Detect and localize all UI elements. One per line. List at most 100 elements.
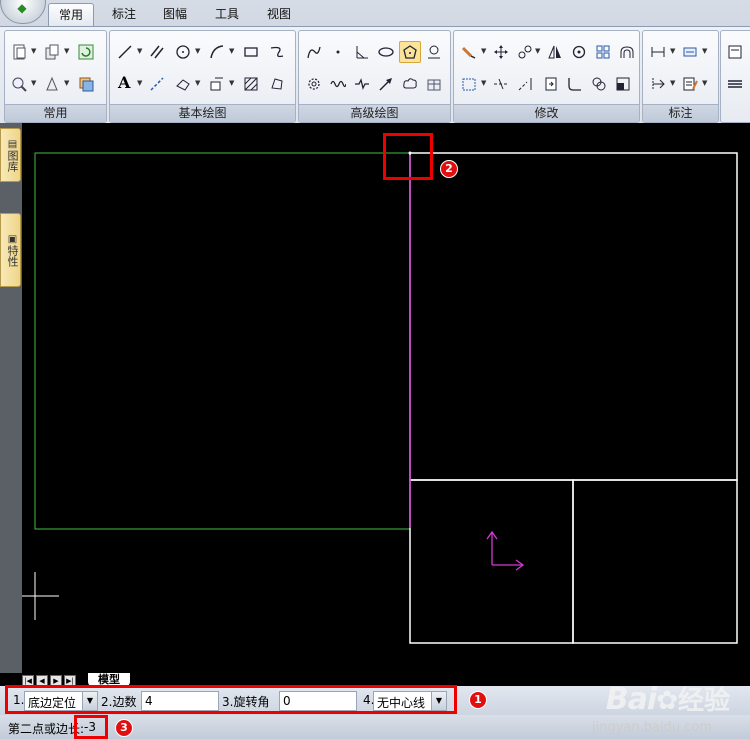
tab-common[interactable]: 常用 — [48, 3, 95, 26]
point-icon[interactable] — [327, 41, 349, 63]
library-icon: ▤ — [7, 138, 18, 150]
panel-common: ▼ ▼ ▼ ▼ 常用 — [4, 30, 107, 123]
text-icon[interactable]: A — [114, 73, 136, 95]
dimension-icon[interactable] — [647, 41, 669, 63]
tolerance-icon[interactable] — [647, 73, 669, 95]
panel-advanced-draw-label: 高级绘图 — [299, 104, 450, 122]
annotation-badge-3: 3 — [115, 719, 133, 737]
annotation-edit-icon[interactable] — [679, 73, 701, 95]
drawing-canvas[interactable]: 2 — [22, 123, 750, 673]
erase-icon[interactable] — [458, 41, 480, 63]
polygon-fill-icon[interactable] — [266, 73, 288, 95]
paw-icon: ✿ — [656, 686, 678, 716]
cloud-icon[interactable] — [399, 73, 421, 95]
watermark-url: jingyan.baidu.com — [592, 720, 712, 735]
open-file-dropdown[interactable]: ▼ — [64, 41, 70, 61]
block-insert-icon[interactable] — [206, 73, 228, 95]
angle-line-icon[interactable] — [351, 41, 373, 63]
extend-icon[interactable] — [514, 73, 536, 95]
dimension-dropdown[interactable]: ▼ — [670, 41, 676, 61]
drawing-svg — [22, 151, 738, 644]
erase-dropdown[interactable]: ▼ — [481, 41, 487, 61]
crosshair-cursor — [22, 572, 59, 620]
layer-icon[interactable] — [75, 73, 97, 95]
ribbon: ◆ 常用 标注 图幅 工具 视图 ▼ ▼ ▼ ▼ 常用 ▼ ▼ ▼ A ▼ ▼ … — [0, 0, 750, 123]
break-icon[interactable] — [540, 73, 562, 95]
tab-view[interactable]: 视图 — [257, 3, 301, 25]
small-square-right[interactable] — [572, 479, 738, 644]
scale-icon[interactable] — [612, 73, 634, 95]
arrow-icon[interactable] — [375, 73, 397, 95]
arc-icon[interactable] — [206, 41, 228, 63]
line-icon[interactable] — [114, 41, 136, 63]
application-menu-button[interactable]: ◆ — [0, 0, 46, 24]
dock-tab-properties[interactable]: ▣特性 — [0, 213, 21, 287]
offset-icon[interactable] — [616, 41, 638, 63]
zoom-icon[interactable] — [8, 73, 30, 95]
app-logo-icon: ◆ — [17, 1, 27, 15]
rectangle-icon[interactable] — [240, 41, 262, 63]
line-dropdown[interactable]: ▼ — [137, 41, 143, 61]
large-square[interactable] — [409, 152, 738, 481]
tab-sheet[interactable]: 图幅 — [153, 3, 197, 25]
zoom-dropdown[interactable]: ▼ — [31, 73, 37, 93]
center-line-icon[interactable] — [146, 73, 168, 95]
fillet-icon[interactable] — [564, 73, 586, 95]
ellipse-icon[interactable] — [375, 41, 397, 63]
left-dock: ▤图库 ▣特性 — [0, 123, 22, 673]
hatch-region-icon[interactable] — [172, 73, 194, 95]
block-insert-dropdown[interactable]: ▼ — [229, 73, 235, 93]
explode-icon[interactable] — [588, 73, 610, 95]
annotation-edit-dropdown[interactable]: ▼ — [702, 73, 708, 93]
circle-icon[interactable] — [172, 41, 194, 63]
move-icon[interactable] — [490, 41, 512, 63]
new-file-dropdown[interactable]: ▼ — [31, 41, 37, 61]
table-icon[interactable] — [423, 73, 445, 95]
dimension-style-dropdown[interactable]: ▼ — [702, 41, 708, 61]
green-rectangle[interactable] — [34, 152, 411, 530]
tab-annotate[interactable]: 标注 — [102, 3, 146, 25]
arc-dropdown[interactable]: ▼ — [229, 41, 235, 61]
circle-dropdown[interactable]: ▼ — [195, 41, 201, 61]
break-line-icon[interactable] — [351, 73, 373, 95]
trim-dropdown[interactable]: ▼ — [481, 73, 487, 93]
parallel-line-icon[interactable] — [146, 41, 168, 63]
tab-tools[interactable]: 工具 — [205, 3, 249, 25]
curve-icon[interactable] — [303, 41, 325, 63]
polygon-icon[interactable] — [399, 41, 421, 63]
hatch-region-dropdown[interactable]: ▼ — [195, 73, 201, 93]
layer-property-icon[interactable] — [724, 41, 746, 63]
dimension-style-icon[interactable] — [679, 41, 701, 63]
hatch-icon[interactable] — [240, 73, 262, 95]
dock-tab-library[interactable]: ▤图库 — [0, 128, 21, 182]
tolerance-dropdown[interactable]: ▼ — [670, 73, 676, 93]
command-prompt: 第二点或边长: — [8, 722, 85, 736]
wave-line-icon[interactable] — [327, 73, 349, 95]
new-file-icon[interactable] — [8, 41, 30, 63]
pan-icon[interactable] — [41, 73, 63, 95]
ribbon-panels: ▼ ▼ ▼ ▼ 常用 ▼ ▼ ▼ A ▼ ▼ ▼ 基本绘图 高级绘图 ▼ ▼ ▼… — [0, 26, 750, 123]
copy-dropdown[interactable]: ▼ — [535, 41, 541, 61]
panel-common-label: 常用 — [5, 104, 106, 122]
baidu-watermark: Bai✿经验 — [605, 682, 730, 717]
text-dropdown[interactable]: ▼ — [137, 73, 143, 93]
spline-icon[interactable] — [266, 41, 288, 63]
open-file-icon[interactable] — [41, 41, 63, 63]
annotation-box-3 — [74, 715, 108, 739]
annotation-badge-2: 2 — [440, 160, 458, 178]
refresh-icon[interactable] — [75, 41, 97, 63]
panel-modify-label: 修改 — [454, 104, 639, 122]
rotate-icon[interactable] — [568, 41, 590, 63]
panel-basic-draw-label: 基本绘图 — [110, 104, 295, 122]
mirror-icon[interactable] — [544, 41, 566, 63]
copy-icon[interactable] — [514, 41, 536, 63]
gear-icon[interactable] — [303, 73, 325, 95]
trim-icon[interactable] — [458, 73, 480, 95]
panel-modify: ▼ ▼ ▼ 修改 — [453, 30, 640, 123]
stretch-icon[interactable] — [490, 73, 512, 95]
pan-dropdown[interactable]: ▼ — [64, 73, 70, 93]
lines-icon[interactable] — [724, 73, 746, 95]
array-icon[interactable] — [592, 41, 614, 63]
ucs-axis-icon — [486, 530, 525, 571]
centerline-icon[interactable] — [423, 41, 445, 63]
